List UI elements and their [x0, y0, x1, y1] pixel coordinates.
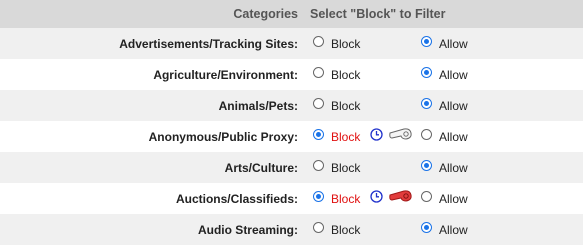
whistle-icon[interactable]	[388, 126, 414, 142]
category-label: Anonymous/Public Proxy:	[148, 130, 298, 144]
clock-icon[interactable]	[370, 128, 383, 141]
allow-radio[interactable]	[421, 98, 432, 109]
allow-radio[interactable]	[421, 222, 432, 233]
category-label: Animals/Pets:	[218, 99, 298, 113]
block-radio[interactable]	[313, 36, 324, 47]
block-label[interactable]: Block	[331, 161, 360, 175]
allow-radio[interactable]	[421, 129, 432, 140]
block-radio[interactable]	[313, 191, 324, 202]
allow-label[interactable]: Allow	[439, 68, 468, 82]
block-label[interactable]: Block	[331, 223, 360, 237]
table-row: Agriculture/Environment: Block Allow	[0, 59, 583, 90]
block-label[interactable]: Block	[331, 37, 360, 51]
allow-label[interactable]: Allow	[439, 161, 468, 175]
category-label: Agriculture/Environment:	[153, 68, 298, 82]
category-label: Audio Streaming:	[197, 223, 298, 237]
category-label: Advertisements/Tracking Sites:	[119, 37, 298, 51]
block-label[interactable]: Block	[331, 192, 360, 206]
table-row: Auctions/Classifieds: Block Allow	[0, 183, 583, 214]
category-label: Arts/Culture:	[224, 161, 298, 175]
block-radio[interactable]	[313, 222, 324, 233]
allow-label[interactable]: Allow	[439, 99, 468, 113]
allow-label[interactable]: Allow	[439, 37, 468, 51]
table-row: Animals/Pets: Block Allow	[0, 90, 583, 121]
block-radio[interactable]	[313, 129, 324, 140]
block-radio[interactable]	[313, 67, 324, 78]
select-filter-header: Select "Block" to Filter	[310, 7, 446, 21]
category-label: Auctions/Classifieds:	[175, 192, 298, 206]
table-row: Arts/Culture: Block Allow	[0, 152, 583, 183]
allow-label[interactable]: Allow	[439, 223, 468, 237]
block-label[interactable]: Block	[331, 130, 360, 144]
allow-label[interactable]: Allow	[439, 130, 468, 144]
block-radio[interactable]	[313, 160, 324, 171]
allow-radio[interactable]	[421, 160, 432, 171]
allow-radio[interactable]	[421, 67, 432, 78]
block-radio[interactable]	[313, 98, 324, 109]
whistle-icon[interactable]	[388, 188, 414, 204]
table-row: Audio Streaming: Block Allow	[0, 214, 583, 245]
clock-icon[interactable]	[370, 190, 383, 203]
table-header: Categories Select "Block" to Filter	[0, 0, 583, 28]
allow-label[interactable]: Allow	[439, 192, 468, 206]
categories-header: Categories	[233, 7, 298, 21]
allow-radio[interactable]	[421, 191, 432, 202]
block-label[interactable]: Block	[331, 99, 360, 113]
table-row: Advertisements/Tracking Sites: Block All…	[0, 28, 583, 59]
table-row: Anonymous/Public Proxy: Block Allow	[0, 121, 583, 152]
block-label[interactable]: Block	[331, 68, 360, 82]
allow-radio[interactable]	[421, 36, 432, 47]
